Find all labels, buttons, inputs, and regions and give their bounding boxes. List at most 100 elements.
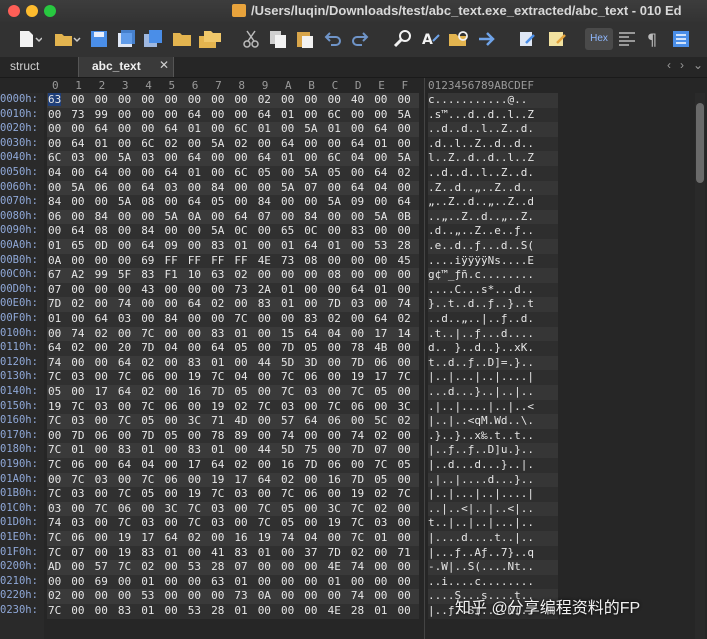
hex-byte[interactable]: 19 — [351, 487, 364, 500]
hex-byte[interactable]: 41 — [211, 546, 224, 559]
hex-byte[interactable]: 00 — [48, 181, 61, 194]
hex-byte[interactable]: 03 — [304, 385, 317, 398]
hex-byte[interactable]: 53 — [374, 239, 387, 252]
hex-byte[interactable]: 64 — [374, 312, 387, 325]
row-bytes[interactable]: 74 00 00 64 02 00 83 01 00 44 5D 3D 00 7D 06 00 — [47, 355, 419, 371]
hex-byte[interactable]: 7D — [351, 473, 364, 486]
hex-byte[interactable]: 7C — [281, 487, 294, 500]
hex-byte[interactable]: 06 — [304, 370, 317, 383]
hex-byte[interactable]: 00 — [304, 400, 317, 413]
hex-byte[interactable]: 00 — [165, 516, 178, 529]
hex-byte[interactable]: 02 — [234, 458, 247, 471]
hex-byte[interactable]: 00 — [95, 546, 108, 559]
hex-byte[interactable]: 2A — [258, 283, 271, 296]
hex-byte[interactable]: 5D — [281, 356, 294, 369]
copy-button[interactable] — [267, 28, 289, 50]
hex-byte[interactable]: 00 — [165, 385, 178, 398]
hex-byte[interactable]: 01 — [234, 575, 247, 588]
hex-byte[interactable]: 99 — [95, 268, 108, 281]
undo-button[interactable] — [322, 28, 344, 50]
hex-byte[interactable]: 64 — [398, 195, 411, 208]
paste-button[interactable] — [294, 28, 316, 50]
hex-byte[interactable]: 04 — [165, 341, 178, 354]
hex-byte[interactable]: 00 — [165, 370, 178, 383]
hex-byte[interactable]: 00 — [95, 589, 108, 602]
row-ascii[interactable]: c...........@.. — [428, 93, 558, 108]
hex-byte[interactable]: 03 — [141, 151, 154, 164]
hex-byte[interactable]: 01 — [234, 239, 247, 252]
row-bytes[interactable]: 19 7C 03 00 7C 06 00 19 02 7C 03 00 7C 06 00 3C — [47, 399, 419, 415]
hex-byte[interactable]: 00 — [328, 224, 341, 237]
hex-byte[interactable]: 00 — [398, 502, 411, 515]
hex-byte[interactable]: 5A — [118, 195, 131, 208]
hex-byte[interactable]: 7C — [398, 487, 411, 500]
hex-byte[interactable]: 00 — [71, 502, 84, 515]
hex-byte[interactable]: 02 — [234, 137, 247, 150]
hex-byte[interactable]: 04 — [351, 151, 364, 164]
hex-byte[interactable]: 00 — [281, 312, 294, 325]
hex-byte[interactable]: 99 — [95, 108, 108, 121]
hex-byte[interactable]: 00 — [304, 93, 317, 106]
hex-byte[interactable]: 08 — [141, 195, 154, 208]
row-bytes[interactable]: 00 74 02 00 7C 00 00 83 01 00 15 64 04 00 17 14 — [47, 326, 419, 342]
show-whitespace-button[interactable]: ¶ — [643, 28, 665, 50]
hex-byte[interactable]: 64 — [95, 166, 108, 179]
hex-byte[interactable]: 00 — [258, 181, 271, 194]
row-ascii[interactable]: ...d...}..|..|.. — [428, 385, 558, 400]
hex-byte[interactable]: 57 — [281, 414, 294, 427]
hex-byte[interactable]: 00 — [95, 195, 108, 208]
hex-byte[interactable]: 7C — [48, 443, 61, 456]
hex-byte[interactable]: 04 — [234, 370, 247, 383]
hex-byte[interactable]: 05 — [234, 385, 247, 398]
hex-byte[interactable]: 00 — [258, 370, 271, 383]
hex-byte[interactable]: 00 — [258, 224, 271, 237]
hex-byte[interactable]: 65 — [71, 239, 84, 252]
hex-byte[interactable]: 00 — [188, 429, 201, 442]
hex-byte[interactable]: 06 — [95, 181, 108, 194]
hex-byte[interactable]: F1 — [165, 268, 178, 281]
row-ascii[interactable]: ..d..d..l..Z..d. — [428, 166, 558, 181]
hex-byte[interactable]: 7C — [374, 458, 387, 471]
row-bytes[interactable]: 05 00 17 64 02 00 16 7D 05 00 7C 03 00 7C 05 00 — [47, 385, 419, 400]
hex-byte[interactable]: 00 — [351, 575, 364, 588]
hex-byte[interactable]: 5D — [281, 443, 294, 456]
hex-byte[interactable]: 28 — [398, 239, 411, 252]
hex-byte[interactable]: 17 — [374, 327, 387, 340]
hex-byte[interactable]: 00 — [234, 356, 247, 369]
row-ascii[interactable]: l..Z..d..d..l..Z — [428, 151, 558, 166]
hex-byte[interactable]: 84 — [211, 181, 224, 194]
hex-byte[interactable]: 00 — [304, 604, 317, 617]
hex-byte[interactable]: 4D — [234, 414, 247, 427]
hex-byte[interactable]: 06 — [328, 458, 341, 471]
hex-byte[interactable]: 00 — [374, 589, 387, 602]
hex-byte[interactable]: 64 — [188, 195, 201, 208]
hex-byte[interactable]: 7C — [281, 370, 294, 383]
hex-byte[interactable]: 53 — [188, 604, 201, 617]
hex-byte[interactable]: 17 — [374, 370, 387, 383]
hex-byte[interactable]: 16 — [281, 458, 294, 471]
hex-byte[interactable]: 00 — [258, 312, 271, 325]
hex-byte[interactable]: 7C — [188, 502, 201, 515]
hex-byte[interactable]: 00 — [304, 589, 317, 602]
hex-byte[interactable]: 03 — [71, 487, 84, 500]
hex-byte[interactable]: 01 — [211, 443, 224, 456]
hex-byte[interactable]: 64 — [374, 166, 387, 179]
hex-byte[interactable]: 00 — [374, 268, 387, 281]
hex-byte[interactable]: 00 — [304, 268, 317, 281]
hex-byte[interactable]: 00 — [188, 341, 201, 354]
hex-byte[interactable]: 00 — [118, 283, 131, 296]
hex-byte[interactable]: 00 — [234, 151, 247, 164]
hex-byte[interactable]: 7C — [48, 370, 61, 383]
hex-byte[interactable]: 00 — [48, 575, 61, 588]
hex-byte[interactable]: 20 — [118, 341, 131, 354]
hex-byte[interactable]: 03 — [165, 181, 178, 194]
hex-byte[interactable]: 74 — [118, 297, 131, 310]
hex-byte[interactable]: 00 — [281, 122, 294, 135]
hex-byte[interactable]: 00 — [165, 93, 178, 106]
hex-byte[interactable]: 64 — [258, 151, 271, 164]
columns-button[interactable] — [616, 28, 638, 50]
hex-byte[interactable]: 05 — [234, 341, 247, 354]
row-ascii[interactable]: |..|..<qM.Wd..\. — [428, 414, 558, 429]
hex-byte[interactable]: 83 — [188, 356, 201, 369]
hex-byte[interactable]: 00 — [211, 122, 224, 135]
